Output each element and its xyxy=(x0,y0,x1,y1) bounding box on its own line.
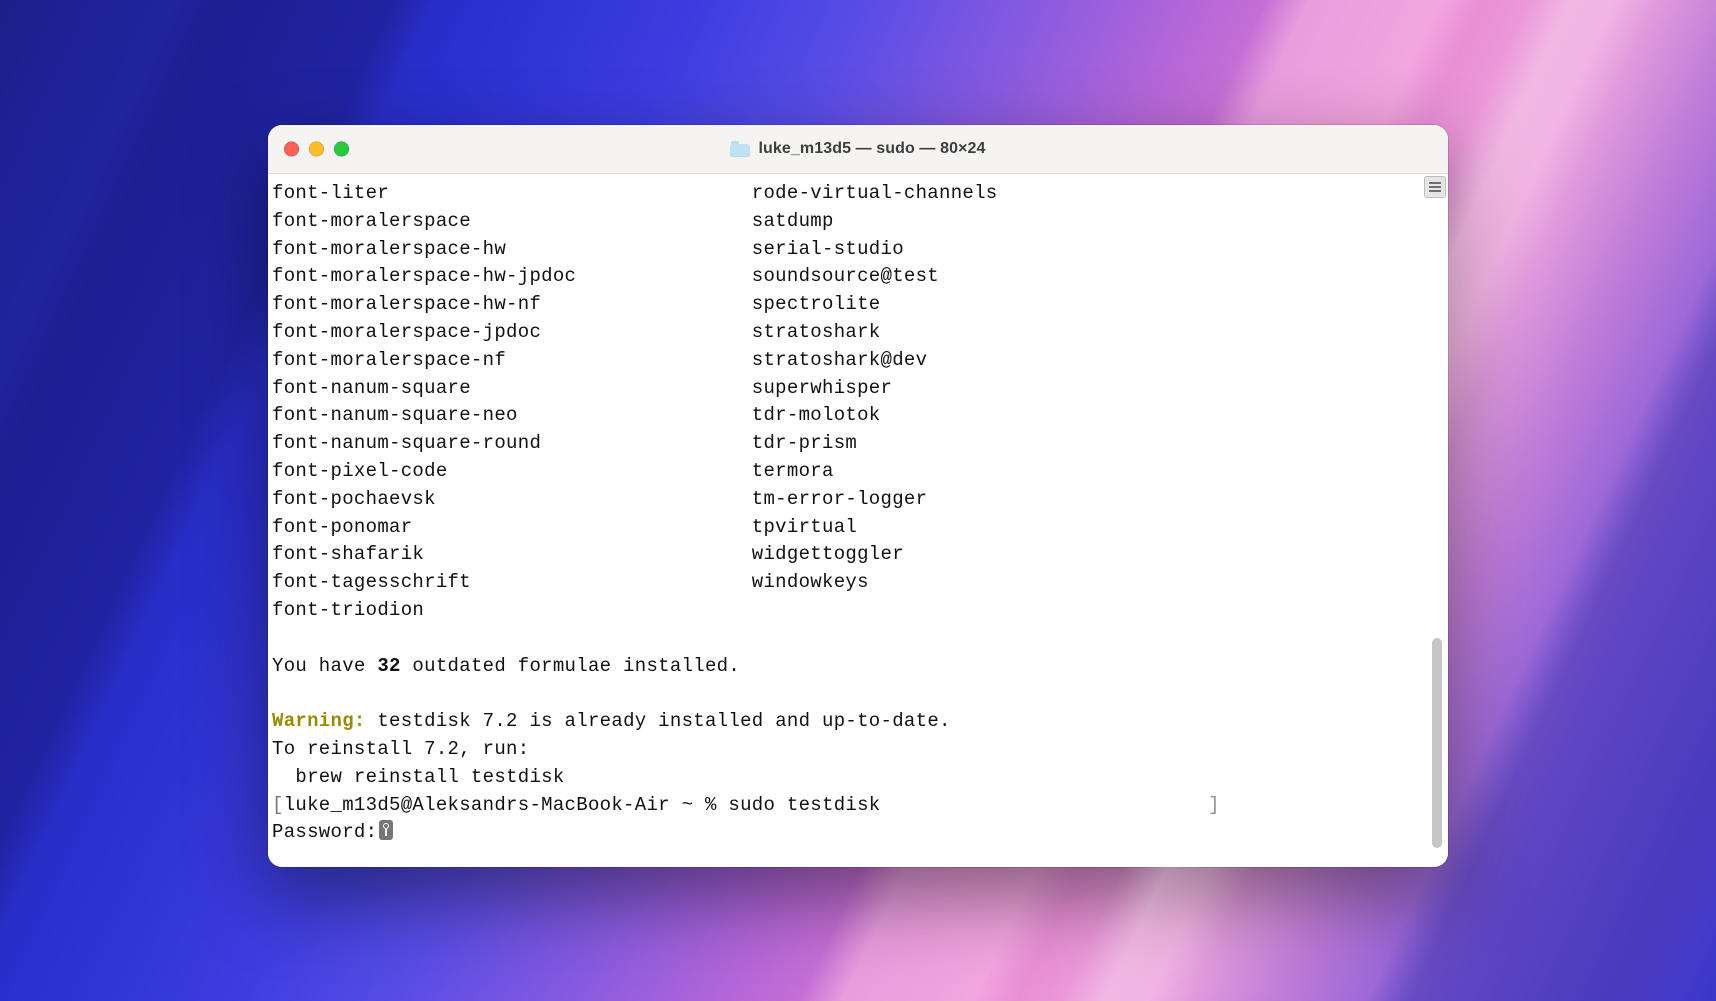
prompt-line: [luke_m13d5@Aleksandrs-MacBook-Air ~ % s… xyxy=(272,792,1420,820)
terminal-line xyxy=(272,680,1420,708)
scrollbar[interactable] xyxy=(1424,176,1446,865)
key-icon xyxy=(379,820,393,840)
warning-label: Warning: xyxy=(272,710,366,732)
prompt-close-bracket: ] xyxy=(1208,794,1220,816)
window-titlebar[interactable]: luke_m13d5 — sudo — 80×24 xyxy=(268,125,1448,174)
prompt-open-bracket: [ xyxy=(272,794,284,816)
terminal-line: font-moralerspace-hw-jpdoc soundsource@t… xyxy=(272,263,1420,291)
minimize-window-button[interactable] xyxy=(309,142,324,157)
outdated-formulae-line: You have 32 outdated formulae installed. xyxy=(272,653,1420,681)
desktop-wallpaper: luke_m13d5 — sudo — 80×24 font-liter rod… xyxy=(0,0,1716,1001)
window-title-text: luke_m13d5 — sudo — 80×24 xyxy=(758,140,985,158)
reinstall-line-2: brew reinstall testdisk xyxy=(272,764,1420,792)
terminal-line: font-moralerspace-jpdoc stratoshark xyxy=(272,319,1420,347)
terminal-line: font-moralerspace-hw serial-studio xyxy=(272,236,1420,264)
warning-line: Warning: testdisk 7.2 is already install… xyxy=(272,708,1420,736)
terminal-viewport[interactable]: font-liter rode-virtual-channelsfont-mor… xyxy=(268,174,1448,867)
traffic-lights xyxy=(284,142,349,157)
terminal-line: font-pixel-code termora xyxy=(272,458,1420,486)
terminal-line: font-nanum-square-round tdr-prism xyxy=(272,430,1420,458)
scrollbar-options-button[interactable] xyxy=(1424,176,1446,198)
terminal-line: font-ponomar tpvirtual xyxy=(272,514,1420,542)
terminal-line: font-moralerspace-hw-nf spectrolite xyxy=(272,291,1420,319)
zoom-window-button[interactable] xyxy=(334,142,349,157)
terminal-line: font-moralerspace-nf stratoshark@dev xyxy=(272,347,1420,375)
terminal-output: font-liter rode-virtual-channelsfont-mor… xyxy=(272,180,1420,861)
folder-icon xyxy=(730,141,750,157)
terminal-line: font-pochaevsk tm-error-logger xyxy=(272,486,1420,514)
terminal-line: font-tagesschrift windowkeys xyxy=(272,569,1420,597)
terminal-window: luke_m13d5 — sudo — 80×24 font-liter rod… xyxy=(268,125,1448,867)
reinstall-line-1: To reinstall 7.2, run: xyxy=(272,736,1420,764)
close-window-button[interactable] xyxy=(284,142,299,157)
terminal-line: font-triodion xyxy=(272,597,1420,625)
scrollbar-thumb[interactable] xyxy=(1432,638,1442,848)
outdated-count: 32 xyxy=(377,655,400,677)
terminal-line: font-liter rode-virtual-channels xyxy=(272,180,1420,208)
terminal-line: font-shafarik widgettoggler xyxy=(272,541,1420,569)
terminal-line: font-nanum-square-neo tdr-molotok xyxy=(272,402,1420,430)
terminal-line: font-moralerspace satdump xyxy=(272,208,1420,236)
window-title: luke_m13d5 — sudo — 80×24 xyxy=(730,140,985,158)
hamburger-icon xyxy=(1429,182,1441,192)
password-prompt[interactable]: Password: xyxy=(272,819,1420,847)
terminal-line xyxy=(272,625,1420,653)
terminal-line: font-nanum-square superwhisper xyxy=(272,375,1420,403)
